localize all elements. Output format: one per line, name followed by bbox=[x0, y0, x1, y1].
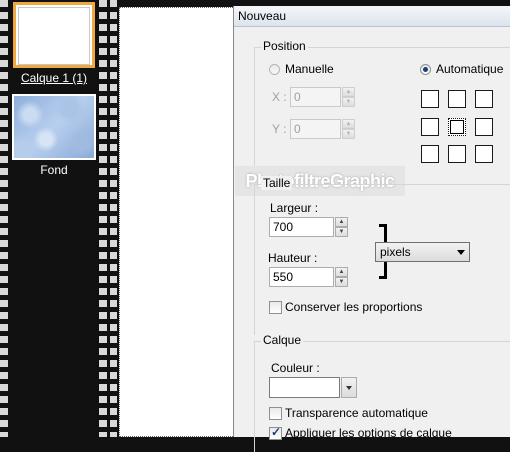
calque-group: Calque Couleur : Transparence automatiqu… bbox=[254, 333, 510, 452]
anchor-center[interactable] bbox=[448, 118, 466, 136]
layer-thumbnail[interactable] bbox=[13, 2, 95, 68]
spin-up-icon[interactable]: ▲ bbox=[342, 119, 355, 129]
color-swatch[interactable] bbox=[269, 377, 340, 398]
layers-panel: Calque 1 (1) Fond bbox=[0, 0, 110, 437]
x-stepper[interactable]: ▲ ▼ bbox=[342, 87, 355, 107]
height-stepper[interactable]: ▲ ▼ bbox=[335, 267, 348, 287]
layer-item-calque-1[interactable]: Calque 1 (1) bbox=[9, 2, 99, 88]
chevron-down-icon bbox=[457, 250, 465, 255]
spin-down-icon[interactable]: ▼ bbox=[342, 129, 355, 139]
y-label: Y : bbox=[272, 122, 287, 136]
auto-label: Automatique bbox=[436, 62, 504, 76]
width-stepper[interactable]: ▲ ▼ bbox=[335, 217, 348, 237]
keep-ratio-checkbox[interactable] bbox=[269, 301, 282, 314]
x-label: X : bbox=[272, 90, 287, 104]
anchor-top-center[interactable] bbox=[448, 90, 466, 108]
film-perforation-left bbox=[0, 0, 8, 437]
taille-group: Taille Largeur : 700 ▲ ▼ Hauteur : 550 ▲… bbox=[254, 176, 510, 335]
auto-transparency-label: Transparence automatique bbox=[285, 406, 428, 420]
anchor-bottom-left[interactable] bbox=[421, 145, 439, 163]
anchor-middle-left[interactable] bbox=[421, 118, 439, 136]
layer-thumbnail[interactable] bbox=[12, 94, 96, 160]
apply-options-label: Appliquer les options de calque bbox=[285, 426, 452, 440]
unit-select[interactable]: pixels bbox=[375, 242, 470, 262]
keep-ratio-label: Conserver les proportions bbox=[285, 300, 423, 314]
spin-down-icon[interactable]: ▼ bbox=[335, 277, 348, 287]
height-input[interactable]: 550 bbox=[269, 267, 334, 287]
anchor-middle-right[interactable] bbox=[475, 118, 493, 136]
auto-transparency-checkbox[interactable] bbox=[269, 407, 282, 420]
unit-select-value: pixels bbox=[380, 245, 411, 259]
apply-options-checkbox[interactable] bbox=[269, 425, 282, 440]
manual-label: Manuelle bbox=[285, 62, 334, 76]
spin-down-icon[interactable]: ▼ bbox=[342, 97, 355, 107]
position-legend: Position bbox=[261, 39, 308, 53]
layer-name: Fond bbox=[40, 163, 68, 177]
y-input[interactable]: 0 bbox=[290, 119, 341, 139]
layer-name: Calque 1 (1) bbox=[20, 71, 88, 85]
color-dropdown-button[interactable] bbox=[341, 377, 357, 398]
film-perforation-right bbox=[99, 0, 107, 437]
spin-up-icon[interactable]: ▲ bbox=[335, 267, 348, 277]
y-stepper[interactable]: ▲ ▼ bbox=[342, 119, 355, 139]
anchor-top-left[interactable] bbox=[421, 90, 439, 108]
anchor-bottom-center[interactable] bbox=[448, 145, 466, 163]
layer-item-fond[interactable]: Fond bbox=[9, 94, 99, 184]
dialog-title: Nouveau bbox=[234, 6, 510, 27]
x-input[interactable]: 0 bbox=[290, 87, 341, 107]
anchor-top-right[interactable] bbox=[475, 90, 493, 108]
height-label: Hauteur : bbox=[268, 251, 318, 265]
spin-up-icon[interactable]: ▲ bbox=[342, 87, 355, 97]
auto-radio[interactable] bbox=[420, 64, 431, 75]
canvas-area bbox=[110, 0, 233, 437]
spin-down-icon[interactable]: ▼ bbox=[335, 227, 348, 237]
width-label: Largeur : bbox=[270, 201, 319, 215]
image-canvas[interactable] bbox=[119, 7, 233, 437]
manual-radio[interactable] bbox=[269, 64, 280, 75]
new-layer-dialog: Nouveau Position Manuelle Automatique X … bbox=[233, 6, 510, 452]
color-label: Couleur : bbox=[271, 361, 320, 375]
spin-up-icon[interactable]: ▲ bbox=[335, 217, 348, 227]
anchor-bottom-right[interactable] bbox=[475, 145, 493, 163]
width-input[interactable]: 700 bbox=[269, 217, 334, 237]
film-perforation bbox=[110, 0, 117, 437]
taille-legend: Taille bbox=[261, 176, 293, 190]
position-group: Position Manuelle Automatique X : 0 ▲ ▼ … bbox=[235, 39, 510, 196]
calque-legend: Calque bbox=[261, 333, 304, 347]
